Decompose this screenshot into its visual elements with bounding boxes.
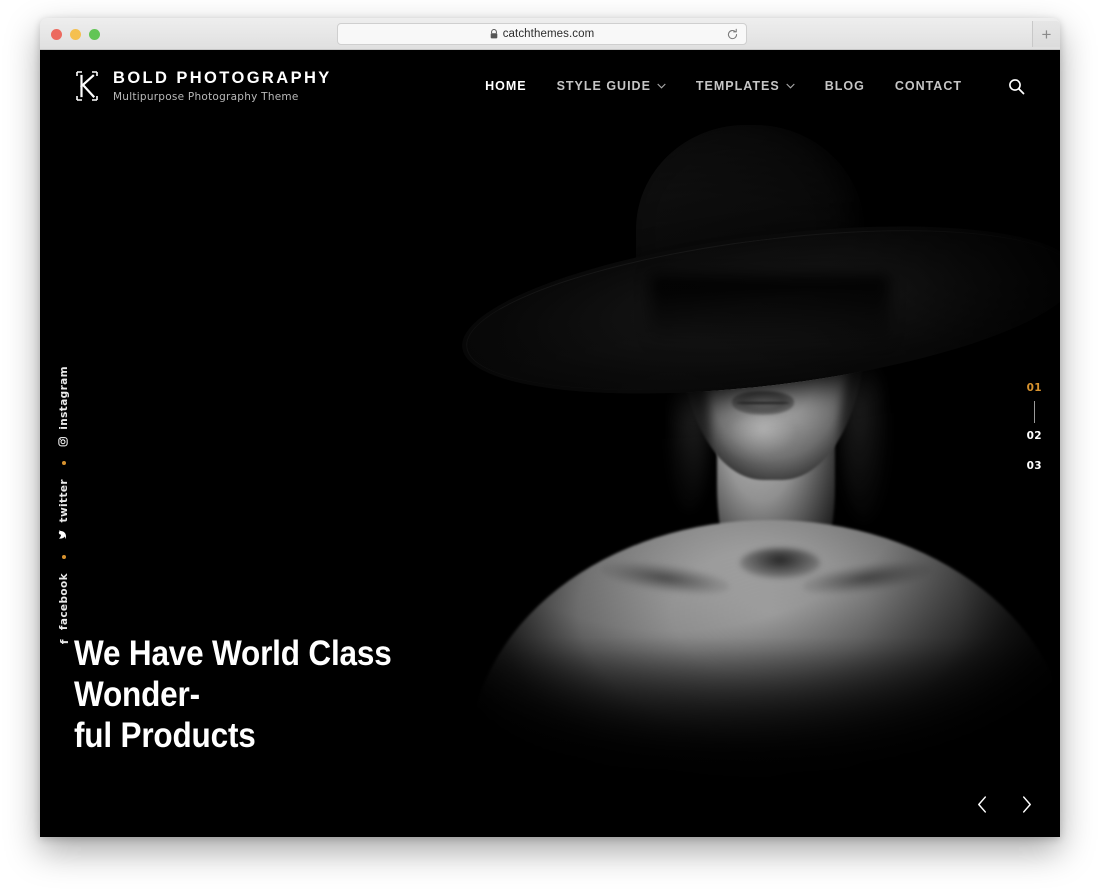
zoom-window-button[interactable] [89,29,100,40]
search-icon [1008,78,1024,94]
slide-indicator-02[interactable]: 02 [1027,430,1042,442]
nav-item-templates[interactable]: TEMPLATES [696,79,795,93]
search-toggle-button[interactable] [1006,76,1026,96]
nav-item-contact-label: CONTACT [894,79,962,93]
nav-item-style-guide-label: STYLE GUIDE [556,79,651,93]
hero-caption: We Have World Class Wonder- ful Products [74,634,474,757]
k-monogram-logo-icon [74,71,100,101]
social-links-rail: f facebook twitter instagram [57,366,71,647]
brand-text-block: BOLD PHOTOGRAPHY Multipurpose Photograph… [113,69,332,103]
browser-window: catchthemes.com + BOLD PHOTOGRAPHY Multi… [40,18,1060,837]
slider-prev-button[interactable] [970,791,994,817]
slide-indicator-01[interactable]: 01 [1027,382,1042,394]
nav-item-contact[interactable]: CONTACT [895,79,962,93]
nav-item-templates-label: TEMPLATES [695,79,780,93]
lock-icon [490,29,497,39]
social-link-twitter[interactable]: twitter [58,479,70,540]
site-branding[interactable]: BOLD PHOTOGRAPHY Multipurpose Photograph… [74,69,332,103]
social-separator-dot [62,554,66,559]
nav-item-blog-label: BLOG [824,79,865,93]
site-title: BOLD PHOTOGRAPHY [113,69,332,87]
new-tab-button[interactable]: + [1032,21,1060,47]
nav-item-style-guide[interactable]: STYLE GUIDE [557,79,666,93]
minimize-window-button[interactable] [70,29,81,40]
chevron-down-icon [786,83,795,89]
twitter-icon [58,530,70,540]
chevron-left-icon [977,795,986,813]
social-link-instagram[interactable]: instagram [58,366,70,448]
site-tagline: Multipurpose Photography Theme [113,91,299,103]
chevron-right-icon [1022,795,1031,813]
hero-headline-line-2: ful Products [74,716,256,756]
social-link-instagram-label: instagram [58,365,70,430]
close-window-button[interactable] [51,29,62,40]
social-separator-dot [62,461,66,466]
site-header: BOLD PHOTOGRAPHY Multipurpose Photograph… [40,50,1060,122]
nav-item-blog[interactable]: BLOG [825,79,865,93]
slide-active-tick [1033,401,1035,423]
window-traffic-lights [51,29,100,40]
slide-indicator-03[interactable]: 03 [1027,460,1042,472]
address-bar-url: catchthemes.com [502,28,595,40]
browser-toolbar: catchthemes.com + [40,18,1060,50]
hero-headline-line-1: We Have World Class Wonder- [74,634,392,715]
page-viewport: BOLD PHOTOGRAPHY Multipurpose Photograph… [40,50,1060,837]
facebook-icon: f [57,638,71,645]
social-link-facebook-label: facebook [58,572,70,630]
slider-pagination: 01 02 03 [1027,382,1042,472]
reload-icon[interactable] [726,28,739,41]
chevron-down-icon [657,83,666,89]
social-link-facebook[interactable]: f facebook [57,572,71,647]
slider-arrow-controls [970,791,1038,817]
social-link-twitter-label: twitter [58,479,70,523]
slider-next-button[interactable] [1014,791,1038,817]
address-bar[interactable]: catchthemes.com [337,23,747,45]
primary-navigation: HOME STYLE GUIDE TEMPLATES BLOG CONTACT [485,76,1026,96]
nav-item-home-label: HOME [485,79,527,93]
nav-item-home[interactable]: HOME [485,79,527,93]
instagram-icon [58,436,70,447]
